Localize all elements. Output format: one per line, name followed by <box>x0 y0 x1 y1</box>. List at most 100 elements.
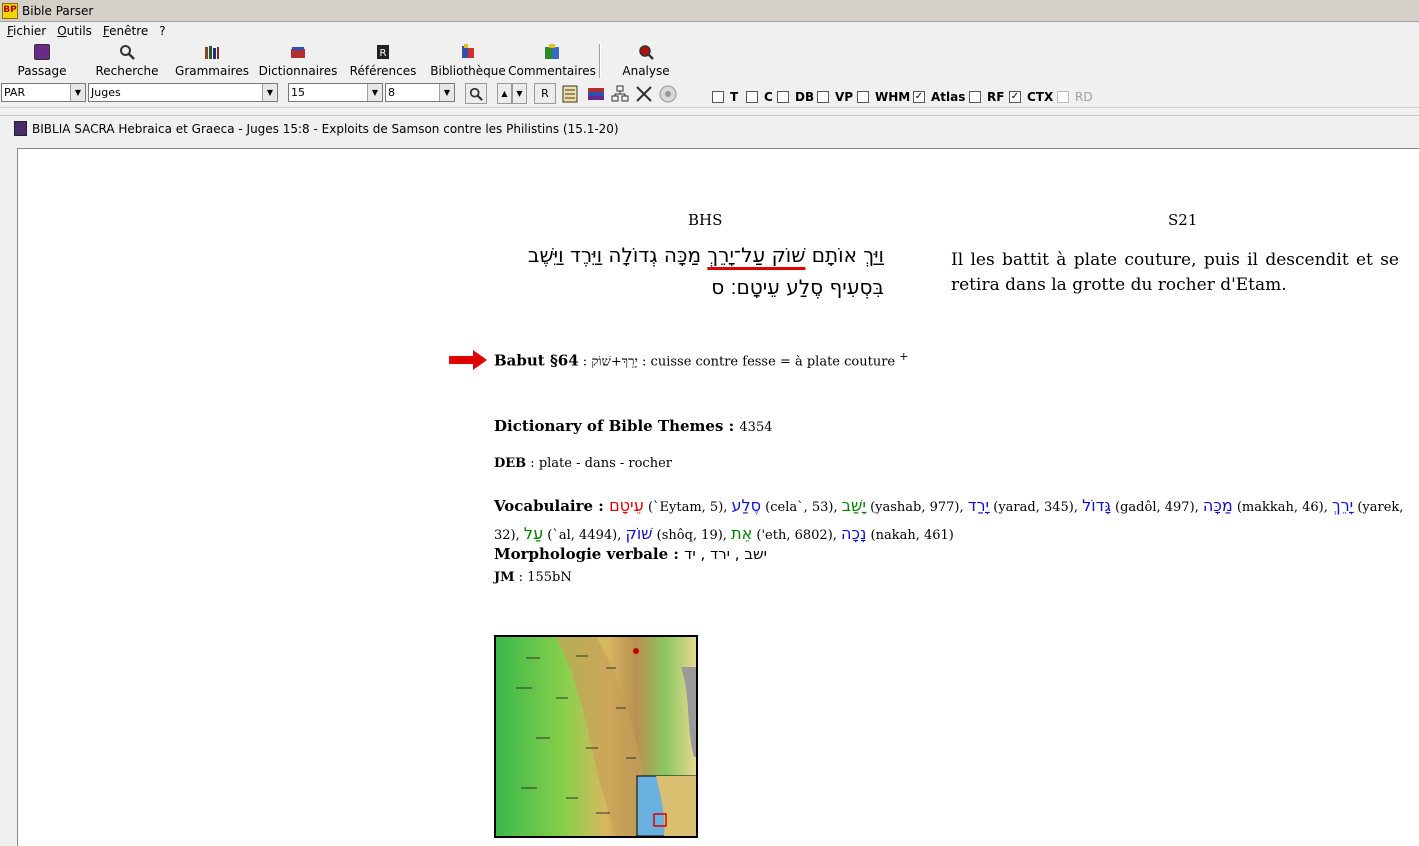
library-icon <box>460 44 476 60</box>
document-title-bar: BIBLIA SACRA Hebraica et Graeca - Juges … <box>0 115 1419 141</box>
checkbox-box <box>777 91 789 103</box>
tools-icon <box>636 85 652 102</box>
vocab-info: (makkah, 46), <box>1232 500 1332 515</box>
deb-entry: DEB : plate - dans - rocher <box>494 456 672 471</box>
books-tool-button[interactable] <box>585 83 607 104</box>
window-title: Bible Parser <box>22 3 94 18</box>
checkbox-ctx[interactable]: ✓ CTX <box>1009 90 1053 104</box>
vocab-info: (gadôl, 497), <box>1110 500 1203 515</box>
dictionnaires-button[interactable]: Dictionnaires <box>259 44 337 80</box>
checkbox-box <box>712 91 724 103</box>
analyse-icon <box>638 44 654 60</box>
references-icon: R <box>375 44 391 60</box>
dictionary-bible-themes: Dictionary of Bible Themes : 4354 <box>494 417 773 435</box>
find-verse-button[interactable] <box>465 83 487 104</box>
checkbox-box <box>857 91 869 103</box>
vocab-info: (`Eytam, 5), <box>643 500 732 515</box>
grammaires-button[interactable]: Grammaires <box>175 44 249 80</box>
checkbox-rd: RD <box>1057 90 1093 104</box>
vocab-info: (cela`, 53), <box>761 500 842 515</box>
tools-button[interactable] <box>633 83 655 104</box>
vocab-hebrew-word[interactable]: סֶלַע <box>732 496 762 515</box>
jm-entry: JM : 155bN <box>494 570 572 585</box>
comments-icon <box>544 44 560 60</box>
search-icon <box>469 87 483 101</box>
checkbox-c[interactable]: C <box>746 90 773 104</box>
passage-button[interactable]: Passage <box>18 44 66 80</box>
vocab-hebrew-word[interactable]: גָּדוֹל <box>1082 496 1111 515</box>
document-content: BHS S21 וַיַּךְ אוֹתָם שׁוֹק עַל־יָרֵךְ … <box>17 148 1419 846</box>
vocab-hebrew-word[interactable]: יָשַׁב <box>842 496 866 515</box>
checkbox-box <box>1057 91 1069 103</box>
vocab-hebrew-word[interactable]: מַכָּה <box>1203 496 1233 515</box>
translation-text: Il les battit à plate couture, puis il d… <box>951 250 1399 295</box>
vocab-hebrew-word[interactable]: נָכָה <box>841 524 866 543</box>
version-select[interactable]: PAR ▼ <box>1 83 86 102</box>
checkbox-atlas[interactable]: ✓ Atlas <box>913 90 965 104</box>
document-icon <box>14 121 27 136</box>
menu-help[interactable]: ? <box>159 24 165 38</box>
r-button[interactable]: R <box>534 83 556 104</box>
checkbox-box <box>969 91 981 103</box>
text-tool-button[interactable] <box>561 83 583 104</box>
app-icon: BP <box>2 2 18 19</box>
hebrew-verse: וַיַּךְ אוֹתָם שׁוֹק עַל־יָרֵךְ מַכָּה ג… <box>527 243 884 299</box>
title-bar: BP Bible Parser <box>0 0 1419 22</box>
vocab-hebrew-word[interactable]: עַל <box>524 524 543 543</box>
dbt-link[interactable]: 4354 <box>739 420 772 435</box>
tree-tool-button[interactable] <box>609 83 631 104</box>
vocab-hebrew-word[interactable]: יָרֵךְ <box>1332 496 1353 515</box>
checkbox-t[interactable]: T <box>712 90 738 104</box>
toolbar-separator <box>599 44 601 78</box>
chevron-up-icon: ▲ <box>501 89 508 98</box>
search-icon <box>119 44 135 60</box>
chevron-down-icon: ▼ <box>367 84 382 101</box>
books-icon <box>588 87 604 100</box>
atlas-map[interactable] <box>494 635 698 838</box>
control-bar: PAR ▼ Juges ▼ 15 ▼ 8 ▼ ▲ ▼ R T C DB VP W… <box>0 80 1419 108</box>
chapter-select[interactable]: 15 ▼ <box>288 83 383 102</box>
dictionary-icon <box>290 44 306 60</box>
menu-fichier[interactable]: Fichier <box>7 24 46 38</box>
vocab-info: (`al, 4494), <box>543 528 626 543</box>
main-toolbar: Passage Recherche Grammaires Dictionnair… <box>0 40 1419 80</box>
vocab-info: ('eth, 6802), <box>752 528 842 543</box>
document-title: BIBLIA SACRA Hebraica et Graeca - Juges … <box>32 121 619 136</box>
red-arrow-icon <box>449 350 487 370</box>
chevron-down-icon: ▼ <box>516 89 523 98</box>
checkbox-vp[interactable]: VP <box>817 90 853 104</box>
checkbox-whm[interactable]: WHM <box>857 90 910 104</box>
check-icon: ✓ <box>913 91 925 103</box>
babut-entry: Babut §64 : יָרֵךְ+שׁוֹק : cuisse contre… <box>494 350 909 370</box>
tree-icon <box>611 85 629 101</box>
audio-button[interactable] <box>657 83 679 104</box>
vocabulary-section: Vocabulaire : עֵיטָם (`Eytam, 5), סֶלַע … <box>494 496 1404 543</box>
vocab-info: (shôq, 19), <box>652 528 732 543</box>
vocab-info: (yarad, 345), <box>989 500 1083 515</box>
next-verse-button[interactable]: ▼ <box>512 83 527 104</box>
vocab-hebrew-word[interactable]: יָרַד <box>968 496 989 515</box>
hebrew-underlined-phrase: שׁוֹק עַל־יָרֵךְ <box>707 243 806 267</box>
menu-outils[interactable]: Outils <box>57 24 92 38</box>
vocab-hebrew-word[interactable]: שׁוֹק <box>625 524 652 543</box>
chevron-down-icon: ▼ <box>439 84 454 101</box>
checkbox-rf[interactable]: RF <box>969 90 1004 104</box>
previous-verse-button[interactable]: ▲ <box>497 83 512 104</box>
menu-fenetre[interactable]: Fenêtre <box>103 24 148 38</box>
commentaires-button[interactable]: Commentaires <box>508 44 596 80</box>
recherche-button[interactable]: Recherche <box>95 44 159 80</box>
svg-text:R: R <box>380 48 387 59</box>
morphology-entry: Morphologie verbale : ישב , ירד , יד <box>494 545 767 563</box>
vocab-hebrew-word[interactable]: עֵיטָם <box>609 496 644 515</box>
map-image <box>496 637 696 836</box>
book-select[interactable]: Juges ▼ <box>88 83 278 102</box>
checkbox-db[interactable]: DB <box>777 90 814 104</box>
analyse-button[interactable]: Analyse <box>622 44 670 80</box>
vocab-info: (yashab, 977), <box>865 500 968 515</box>
references-button[interactable]: R Références <box>350 44 416 80</box>
verse-select[interactable]: 8 ▼ <box>385 83 455 102</box>
checkbox-box <box>817 91 829 103</box>
bibliotheque-button[interactable]: Bibliothèque <box>430 44 506 80</box>
vocab-hebrew-word[interactable]: אֵת <box>731 524 752 543</box>
bhs-header: BHS <box>688 211 723 229</box>
